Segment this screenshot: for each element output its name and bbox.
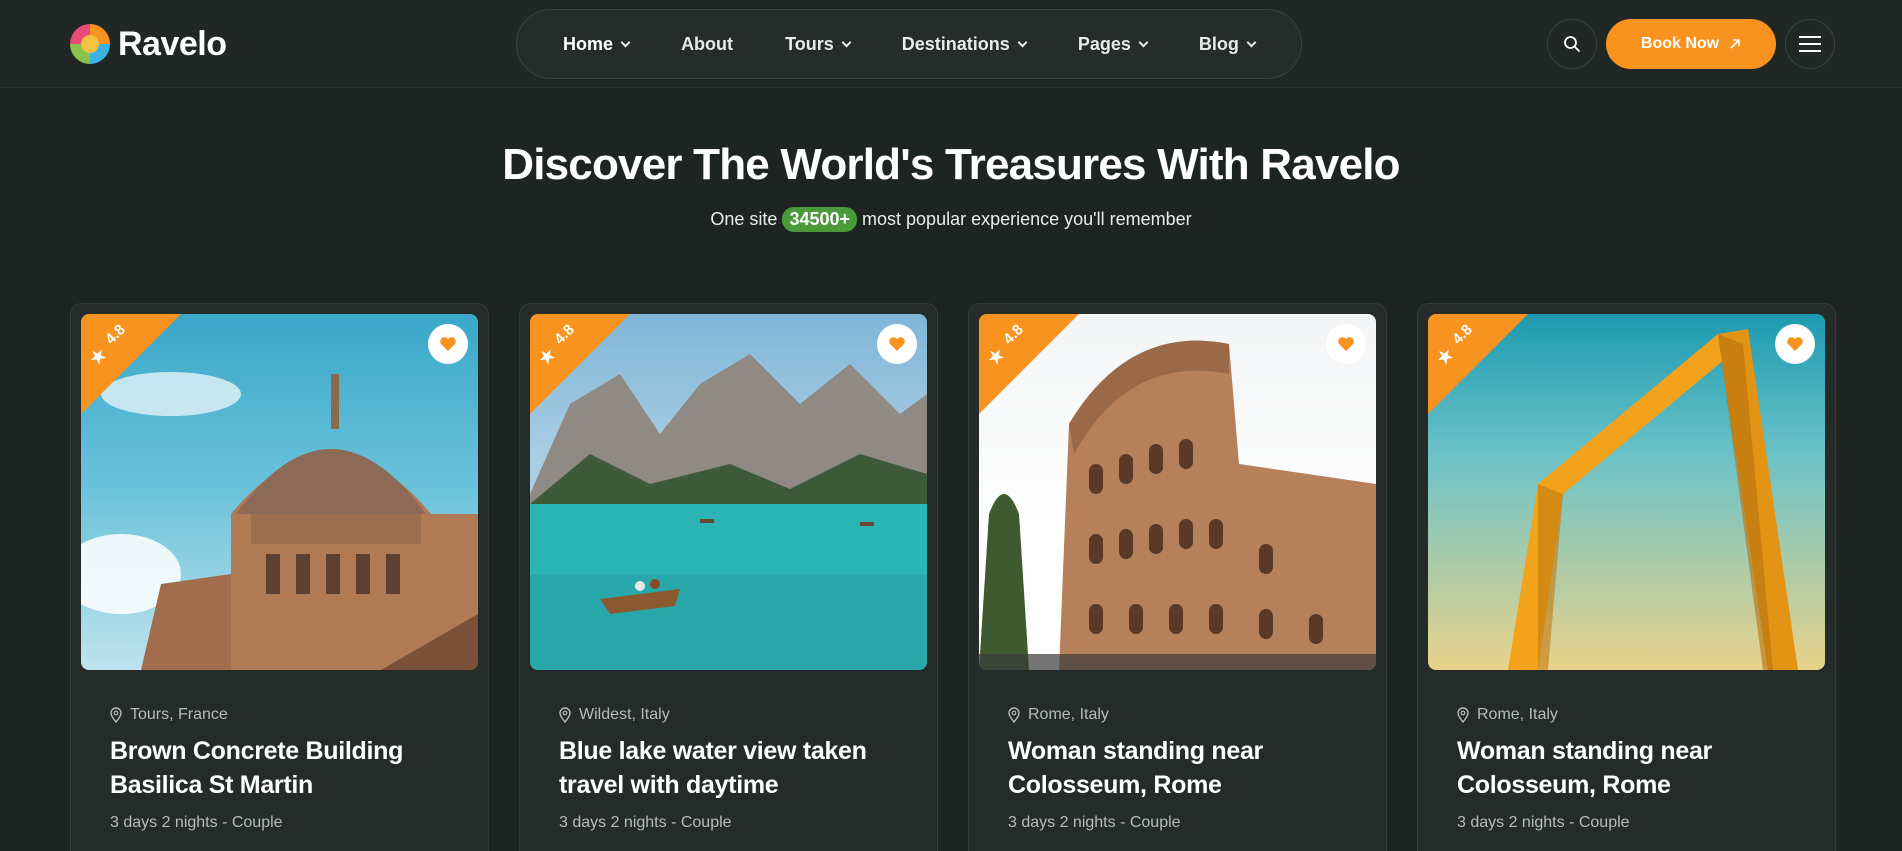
chevron-down-icon	[620, 37, 631, 47]
hero-sub-before: One site	[710, 209, 778, 229]
tour-title[interactable]: Woman standing near Colosseum, Rome	[1008, 734, 1348, 802]
main-nav: Home About Tours Destinations Pages Blog	[516, 9, 1302, 79]
tour-duration: 3 days 2 nights - Couple	[110, 814, 283, 831]
tour-location: Rome, Italy	[1008, 706, 1109, 724]
location-text: Rome, Italy	[1028, 706, 1109, 723]
tour-image[interactable]: ★ 4.8	[979, 314, 1376, 670]
heart-icon	[1787, 337, 1803, 351]
favorite-button[interactable]	[428, 324, 468, 364]
nav-label: Home	[563, 33, 614, 54]
tour-duration: 3 days 2 nights - Couple	[1008, 814, 1181, 831]
tour-image[interactable]: ★ 4.8	[81, 314, 478, 670]
map-pin-icon	[1457, 707, 1469, 723]
tour-title[interactable]: Woman standing near Colosseum, Rome	[1457, 734, 1797, 802]
heart-icon	[1338, 337, 1354, 351]
chevron-down-icon	[1138, 37, 1149, 47]
location-text: Wildest, Italy	[579, 706, 670, 723]
brand-name: Ravelo	[118, 24, 227, 63]
tour-location: Tours, France	[110, 706, 228, 724]
tour-location: Rome, Italy	[1457, 706, 1558, 724]
hero-title: Discover The World's Treasures With Rave…	[502, 140, 1400, 189]
tour-image[interactable]: ★ 4.8	[530, 314, 927, 670]
chevron-down-icon	[1246, 37, 1257, 47]
heart-icon	[440, 337, 456, 351]
book-now-label: Book Now	[1640, 35, 1720, 52]
brand-logo[interactable]: Ravelo	[70, 24, 227, 64]
nav-item-destinations[interactable]: Destinations	[901, 33, 1028, 55]
nav-label: About	[681, 33, 734, 54]
nav-item-about[interactable]: About	[681, 34, 733, 55]
tour-card[interactable]: ★ 4.8 Rome, Italy Woman standing near Co…	[1417, 303, 1836, 851]
favorite-button[interactable]	[1775, 324, 1815, 364]
tour-title[interactable]: Blue lake water view taken travel with d…	[559, 734, 899, 802]
nav-item-home[interactable]: Home	[563, 33, 631, 55]
favorite-button[interactable]	[1326, 324, 1366, 364]
location-text: Rome, Italy	[1477, 706, 1558, 723]
nav-label: Pages	[1077, 33, 1131, 54]
tour-title[interactable]: Brown Concrete Building Basilica St Mart…	[110, 734, 450, 802]
logo-globe-icon	[70, 24, 110, 64]
hamburger-menu-button[interactable]	[1785, 19, 1835, 69]
heart-icon	[889, 337, 905, 351]
nav-label: Tours	[785, 33, 834, 54]
map-pin-icon	[110, 707, 122, 723]
tour-card[interactable]: ★ 4.8 Wildest, Italy Blue lake water vie…	[519, 303, 938, 851]
nav-item-pages[interactable]: Pages	[1077, 33, 1149, 55]
chevron-down-icon	[841, 37, 852, 47]
map-pin-icon	[1008, 707, 1020, 723]
tour-location: Wildest, Italy	[559, 706, 670, 724]
location-text: Tours, France	[130, 706, 228, 723]
chevron-down-icon	[1017, 37, 1028, 47]
nav-item-blog[interactable]: Blog	[1198, 33, 1257, 55]
tour-card[interactable]: ★ 4.8 Tours, France Brown Concrete Build…	[70, 303, 489, 851]
nav-label: Blog	[1198, 33, 1239, 54]
experience-count-badge: 34500+	[782, 207, 858, 232]
hero-subtitle: One site 34500+ most popular experience …	[0, 207, 1902, 232]
book-now-button[interactable]: Book Now	[1606, 19, 1776, 69]
search-icon	[1564, 36, 1580, 52]
tour-card[interactable]: ★ 4.8 Rome, Italy Woman standing near Co…	[968, 303, 1387, 851]
arrow-up-right-icon	[1730, 39, 1740, 49]
tour-duration: 3 days 2 nights - Couple	[559, 814, 732, 831]
hero-sub-after: most popular experience you'll remember	[862, 209, 1192, 229]
nav-label: Destinations	[901, 33, 1010, 54]
site-header: Ravelo Home About Tours Destinations Pag…	[0, 0, 1902, 88]
tour-image[interactable]: ★ 4.8	[1428, 314, 1825, 670]
tour-duration: 3 days 2 nights - Couple	[1457, 814, 1630, 831]
nav-item-tours[interactable]: Tours	[785, 33, 852, 55]
search-button[interactable]	[1547, 19, 1597, 69]
map-pin-icon	[559, 707, 571, 723]
hamburger-icon	[1799, 36, 1821, 38]
favorite-button[interactable]	[877, 324, 917, 364]
